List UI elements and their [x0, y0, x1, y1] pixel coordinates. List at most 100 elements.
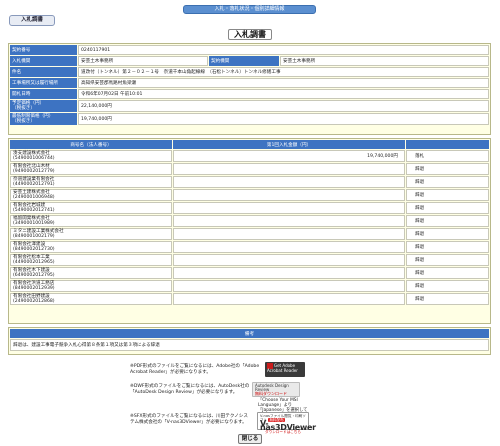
column-header-bidder: 商号名（法人番号） — [10, 140, 172, 149]
bid-result: 辞退 — [406, 228, 489, 240]
acrobat-download-button[interactable]: Get Adobe Acrobat Reader — [265, 362, 305, 377]
bidder-corporate-number: (3490001001989) — [13, 221, 55, 226]
info-row-contract-no: 契約番号 0240117901 — [10, 45, 489, 55]
remarks-heading: 備考 — [10, 329, 489, 338]
info-value: 19,740,000円 — [78, 113, 489, 125]
info-row-location: 工事場所又は履行場所 高知県安芸郡馬路村魚梁瀬 — [10, 78, 489, 88]
design-review-download-button[interactable]: Autodesk Design Review 無料ダウンロード — [252, 382, 300, 397]
info-label: 開札日時 — [10, 89, 77, 99]
remarks-text: 辞退は、建設工事電子競争入札心得第８条第１項又は第３項による辞退 — [10, 339, 489, 351]
bidder-cell: 有限会社松本工業 (4490002012965) — [10, 254, 172, 266]
column-header-result — [406, 140, 489, 149]
bidder-cell: 安芸土建株式会社 (2490001006948) — [10, 189, 172, 201]
bid-amount — [173, 280, 405, 292]
bid-amount — [173, 293, 405, 305]
table-row: ミタニ建設工業株式会社 (8490001002179) 辞退 — [10, 228, 489, 240]
info-value: 安芸土木事務所 — [280, 56, 489, 66]
bid-amount: 19,740,000円 — [173, 150, 405, 162]
table-row: 湊支建設株式会社 (5490001006744) 19,740,000円 落札 — [10, 150, 489, 162]
bid-result: 辞退 — [406, 176, 489, 188]
table-row: 有限会社岩城建 (5490002012741) 辞退 — [10, 202, 489, 214]
bids-table: 商号名（法人番号） 第1回入札金額（円） 湊支建設株式会社 (5490001006… — [9, 139, 490, 306]
note-pdf: ※PDF形式のファイルをご覧になるには、Adobe社の「Adobe Acroba… — [130, 364, 260, 375]
vnas-badge-title: V-nas3DViewer — [260, 419, 316, 432]
table-row: 有限会社田野建設 (2490002012868) 辞退 — [10, 293, 489, 305]
bid-result: 辞退 — [406, 254, 489, 266]
table-row: 奈道建設業有限会社 (4490002012791) 辞退 — [10, 176, 489, 188]
bidder-cell: 奈道建設業有限会社 (4490002012791) — [10, 176, 172, 188]
info-value: 高知県安芸郡馬路村魚梁瀬 — [78, 78, 489, 88]
remarks-table: 備考 辞退は、建設工事電子競争入札心得第８条第１項又は第３項による辞退 — [9, 328, 490, 352]
bidder-corporate-number: (2490002012868) — [13, 299, 55, 304]
remarks-panel: 備考 辞退は、建設工事電子競争入札心得第８条第１項又は第３項による辞退 — [8, 327, 491, 355]
bidder-cell: 湊支建設株式会社 (5490001006744) — [10, 150, 172, 162]
table-row: 有限会社松本工業 (4490002012965) 辞退 — [10, 254, 489, 266]
info-label: 入札機関 — [10, 56, 77, 66]
table-row: 安芸土建株式会社 (2490001006948) 辞退 — [10, 189, 489, 201]
contract-info-panel: 契約番号 0240117901 入札機関 安芸土木事務所 契約機関 安芸土木事務… — [8, 43, 491, 135]
adr-badge-subtitle: 無料ダウンロード — [255, 391, 287, 396]
bid-amount — [173, 202, 405, 214]
vnas-badge-link: ダウンロードはこちら — [265, 430, 301, 434]
bid-result: 辞退 — [406, 215, 489, 227]
info-value: 安芸土木事務所 — [78, 56, 208, 66]
info-value: 22,140,000円 — [78, 100, 489, 112]
info-row-open-date: 開札日時 令和6年07月02日 午前10:01 — [10, 89, 489, 99]
info-label: 件名 — [10, 67, 77, 77]
info-row-agency: 入札機関 安芸土木事務所 契約機関 安芸土木事務所 — [10, 56, 489, 66]
bid-result: 辞退 — [406, 241, 489, 253]
info-value: 令和6年07月02日 午前10:01 — [78, 89, 489, 99]
info-label: 契約機関 — [209, 56, 279, 66]
column-header-amount: 第1回入札金額（円） — [173, 140, 405, 149]
bid-amount — [173, 189, 405, 201]
vnas-free-badge: 無料配布 — [268, 418, 285, 422]
page-header-bar: 入札・落札状況・個別詳細情報 — [183, 5, 316, 14]
page-title: 入札調書 — [228, 29, 272, 40]
bid-amount — [173, 163, 405, 175]
table-row: 有限会社木下建設 (6490002012795) 辞退 — [10, 267, 489, 279]
info-label: 契約番号 — [10, 45, 77, 55]
info-value: 道改付（トンネル）第２－０２－１号 奈道千本山角起線線 （石松トンネル）トンネル… — [78, 67, 489, 77]
bidder-corporate-number: (5490001006744) — [13, 156, 55, 161]
bid-result: 辞退 — [406, 202, 489, 214]
note-dwf: ※DWF形式のファイルをご覧になるには、AutoDesk社の「AutoDesk … — [130, 384, 250, 395]
bidder-corporate-number: (8490001002179) — [13, 234, 55, 239]
table-row: 福留開発株式会社 (3490001001989) 辞退 — [10, 215, 489, 227]
info-row-subject: 件名 道改付（トンネル）第２－０２－１号 奈道千本山角起線線 （石松トンネル）ト… — [10, 67, 489, 77]
bid-amount — [173, 254, 405, 266]
bid-amount — [173, 215, 405, 227]
bidder-cell: 福留開発株式会社 (3490001001989) — [10, 215, 172, 227]
bidder-cell: 有限会社北山木材 (9490002012779) — [10, 163, 172, 175]
software-notes: ※PDF形式のファイルをご覧になるには、Adobe社の「Adobe Acroba… — [130, 362, 370, 434]
info-label: 最低制限価格（円） （税抜き） — [10, 113, 77, 125]
bidder-corporate-number: (4490002012965) — [13, 260, 55, 265]
bid-result: 辞退 — [406, 280, 489, 292]
bid-result: 辞退 — [406, 293, 489, 305]
bid-amount — [173, 176, 405, 188]
info-row-planned-price: 予定価格（円） （税抜き） 22,140,000円 — [10, 100, 489, 112]
note-sfx: ※SFX形式のファイルをご覧になるには、川田テクノシステム株式会社の「V-nas… — [130, 414, 248, 425]
bidder-cell: 有限会社浜道工務店 (8490002012939) — [10, 280, 172, 292]
bid-amount — [173, 267, 405, 279]
bidder-cell: 有限会社田野建設 (2490002012868) — [10, 293, 172, 305]
bidder-cell: 有限会社木下建設 (6490002012795) — [10, 267, 172, 279]
info-value: 0240117901 — [78, 45, 489, 55]
tab-bid-record[interactable]: 入札調書 — [9, 15, 55, 26]
bid-result: 辞退 — [406, 189, 489, 201]
contract-info-table: 契約番号 0240117901 入札機関 安芸土木事務所 契約機関 安芸土木事務… — [9, 44, 490, 126]
bids-header-row: 商号名（法人番号） 第1回入札金額（円） — [10, 140, 489, 149]
info-row-min-price: 最低制限価格（円） （税抜き） 19,740,000円 — [10, 113, 489, 125]
bidder-corporate-number: (9490002012779) — [13, 169, 55, 174]
bid-amount — [173, 228, 405, 240]
close-button[interactable]: 閉じる — [238, 434, 262, 444]
bidder-cell: 有限会社澤建設 (8490002012730) — [10, 241, 172, 253]
bidder-corporate-number: (8490002012730) — [13, 247, 55, 252]
bid-amount — [173, 241, 405, 253]
bid-result: 辞退 — [406, 267, 489, 279]
vnas-download-button[interactable]: V-nasファイル閲覧・印刷ソフト 無料配布 V-nas3DViewer ダウン… — [257, 412, 316, 434]
bidder-cell: ミタニ建設工業株式会社 (8490001002179) — [10, 228, 172, 240]
bidder-corporate-number: (5490002012741) — [13, 208, 55, 213]
table-row: 有限会社澤建設 (8490002012730) 辞退 — [10, 241, 489, 253]
bid-result: 落札 — [406, 150, 489, 162]
bidder-corporate-number: (6490002012795) — [13, 273, 55, 278]
